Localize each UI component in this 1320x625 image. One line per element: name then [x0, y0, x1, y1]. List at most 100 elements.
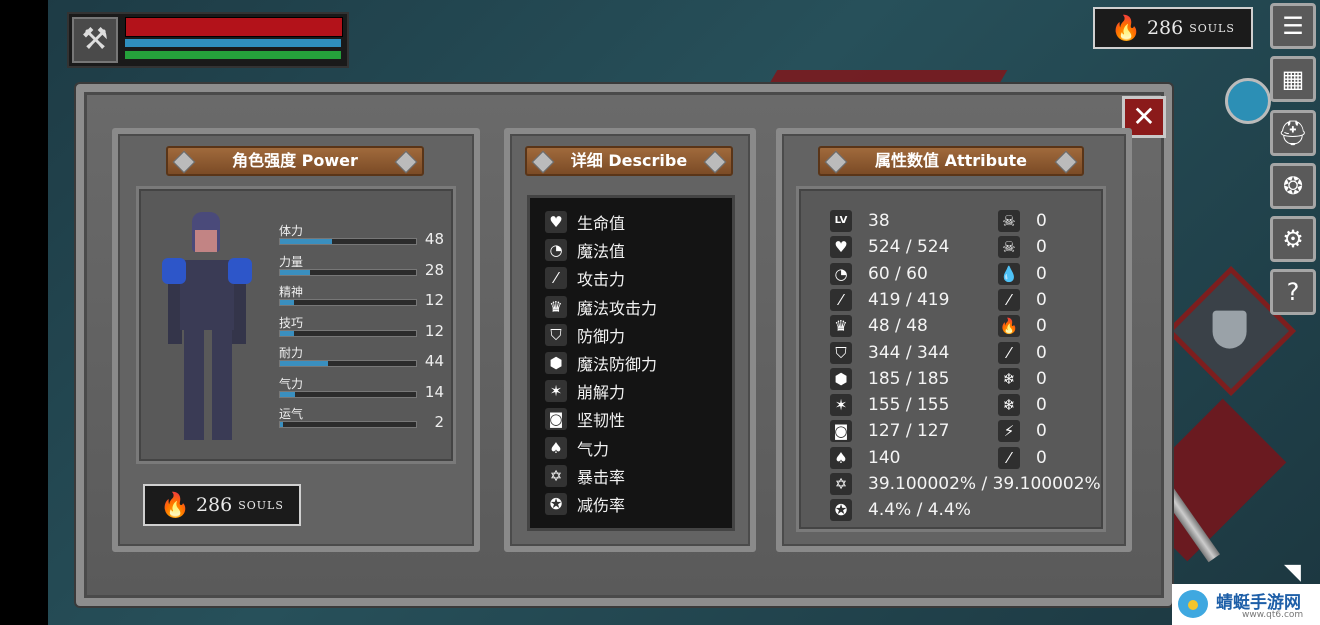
resist-value: 0 [1036, 289, 1047, 310]
lungs-icon: ♠ [830, 446, 852, 469]
describe-label: 崩解力 [577, 383, 626, 403]
sword-icon: ⁄ [830, 288, 852, 311]
stat-name: 体力 [279, 224, 304, 238]
fire-resist-icon: ⁄ [998, 341, 1020, 364]
stat-name: 精神 [279, 285, 304, 299]
attribute-row: ♛ 48 / 48 [830, 314, 928, 338]
describe-label: 减伤率 [577, 496, 626, 515]
describe-label: 魔法防御力 [577, 355, 658, 374]
stat-bar [279, 238, 417, 245]
help-icon[interactable]: ? [1270, 269, 1316, 315]
resist-value: 0 [1036, 421, 1047, 442]
stat-row: 气力 14 [279, 375, 444, 403]
describe-label: 暴击率 [577, 467, 626, 487]
resist-row: ☠ 0 [998, 235, 1047, 259]
mana-icon: ◔ [545, 239, 567, 262]
stat-bar-fill [280, 239, 332, 244]
stat-name: 力量 [279, 254, 304, 269]
reduce-icon: ✪ [830, 499, 852, 522]
resist-value: 0 [1036, 368, 1047, 389]
stat-name: 技巧 [279, 315, 304, 330]
heart-icon: ♥ [545, 211, 567, 233]
stat-value: 14 [424, 382, 444, 401]
resist-row: 💧 0 [998, 262, 1047, 286]
stat-value: 12 [424, 321, 444, 340]
stat-row: 运气 2 [279, 405, 444, 433]
stat-value: 28 [424, 260, 444, 279]
attribute-value: 127 / 127 [868, 421, 950, 442]
attribute-value: 4.4% / 4.4% [868, 500, 971, 521]
stat-bar [279, 360, 417, 367]
stat-value: 44 [424, 352, 444, 370]
attribute-title: 属性数值 Attribute [818, 146, 1084, 176]
break-icon: ✶ [830, 394, 852, 417]
describe-item: ♛ 魔法攻击力 [545, 294, 657, 320]
power-souls-counter: 🔥 286 SOULS [143, 484, 301, 526]
crit-icon: ✡ [545, 464, 567, 487]
stat-name: 气力 [279, 376, 304, 391]
power-title: 角色强度 Power [166, 146, 424, 176]
attribute-value: 140 [868, 447, 901, 468]
attribute-row: ♥ 524 / 524 [830, 235, 949, 259]
menu-list-icon[interactable]: ☰ [1270, 3, 1316, 49]
describe-item: ✶ 崩解力 [545, 378, 625, 404]
attribute-row: ♠ 140 [830, 446, 900, 470]
resist-row: ⁄ 0 [998, 288, 1047, 312]
axe-icon[interactable]: ⚒ [72, 17, 118, 63]
attribute-value: 344 / 344 [868, 342, 950, 363]
mana-icon: ◔ [830, 262, 852, 285]
describe-item: ◙ 坚韧性 [545, 406, 625, 432]
resist-row: ❄ 0 [998, 367, 1047, 391]
attribute-row: LV 38 [830, 209, 890, 233]
stat-row: 体力 48 [279, 222, 444, 250]
fire-icon: 🔥 [998, 315, 1020, 338]
attribute-row: ⛉ 344 / 344 [830, 341, 949, 365]
map-icon[interactable]: ▦ [1270, 56, 1316, 102]
lungs-icon: ♠ [545, 436, 567, 459]
reduce-icon: ✪ [545, 493, 567, 515]
attribute-row: ✶ 155 / 155 [830, 393, 949, 417]
stat-row: 技巧 12 [279, 314, 444, 342]
attribute-value: 48 / 48 [868, 316, 928, 337]
sword-icon: ⁄ [545, 267, 567, 290]
describe-item: ✡ 暴击率 [545, 463, 625, 489]
describe-item: ◔ 魔法值 [545, 237, 625, 263]
crown-icon: ♛ [545, 295, 567, 318]
player-hud: ⚒ [67, 12, 349, 68]
describe-label: 生命值 [577, 214, 626, 233]
describe-item: ✪ 减伤率 [545, 491, 625, 517]
break-icon: ✶ [545, 380, 567, 403]
attribute-row: ◙ 127 / 127 [830, 419, 949, 443]
emote-button[interactable] [1225, 78, 1271, 124]
attribute-value: 39.100002% / 39.100002% [868, 474, 1101, 494]
water-resist-icon: ⁄ [998, 288, 1020, 311]
resist-value: 0 [1036, 447, 1047, 468]
helmet-icon[interactable]: ⛑ [1270, 110, 1316, 156]
stat-bar-fill [280, 300, 294, 305]
skill-icon[interactable]: ❂ [1270, 163, 1316, 209]
mana-bar [125, 39, 341, 47]
describe-label: 攻击力 [577, 270, 626, 290]
resist-value: 0 [1036, 211, 1047, 231]
attribute-row: ◔ 60 / 60 [830, 262, 928, 286]
logo-icon [1178, 590, 1208, 618]
level-icon: LV [830, 210, 852, 232]
describe-label: 坚韧性 [577, 411, 626, 431]
describe-label: 防御力 [577, 326, 626, 346]
describe-label: 气力 [577, 439, 610, 459]
resist-row: ⁄ 0 [998, 446, 1047, 470]
stat-bar [279, 421, 417, 428]
describe-item: ♠ 气力 [545, 435, 609, 461]
describe-item: ♥ 生命值 [545, 209, 625, 235]
crit-icon: ✡ [830, 473, 852, 495]
gear-icon[interactable]: ⚙ [1270, 216, 1316, 262]
stat-value: 12 [424, 291, 444, 309]
attribute-row: ✪ 4.4% / 4.4% [830, 498, 971, 522]
heart-icon: ♥ [830, 236, 852, 259]
corner-arrow-icon[interactable]: ◥ [1284, 560, 1306, 585]
stat-name: 耐力 [279, 346, 304, 360]
stat-bar-fill [280, 391, 295, 397]
describe-item: ⁄ 攻击力 [545, 265, 625, 291]
frost-resist-icon: ❄ [998, 394, 1020, 417]
stat-value: 48 [424, 230, 444, 248]
